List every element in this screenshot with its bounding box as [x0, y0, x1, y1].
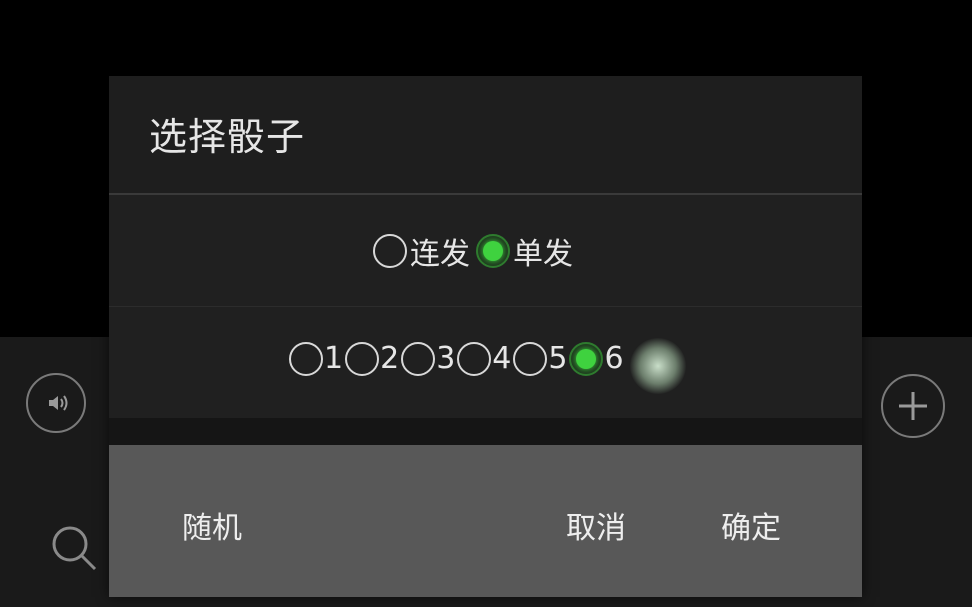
radio-label: 单发	[513, 237, 573, 272]
radio-option-1[interactable]: 1	[289, 341, 345, 376]
cancel-button[interactable]: 取消	[566, 503, 626, 547]
voice-icon	[49, 395, 68, 411]
mode-radio-group: 连发 单发	[373, 229, 573, 273]
radio-label: 2	[380, 341, 400, 376]
plus-icon	[899, 392, 927, 420]
radio-unchecked-icon	[513, 341, 548, 376]
radio-checked-icon	[569, 341, 604, 376]
dialog-title: 选择骰子	[149, 115, 306, 159]
radio-unchecked-icon	[345, 341, 380, 376]
plus-button[interactable]	[881, 374, 945, 438]
radio-option-burst[interactable]: 连发	[373, 229, 470, 273]
number-radio-group: 1 2 3 4 5 6	[289, 341, 626, 376]
radio-label: 6	[604, 341, 624, 376]
radio-option-3[interactable]: 3	[401, 341, 457, 376]
dialog-gap	[109, 418, 862, 445]
radio-dot	[576, 348, 597, 369]
radio-dot	[483, 241, 503, 261]
voice-button[interactable]	[26, 373, 86, 433]
radio-label: 连发	[410, 237, 470, 272]
random-button[interactable]: 随机	[182, 503, 242, 547]
radio-checked-icon	[476, 234, 510, 268]
radio-unchecked-icon	[401, 341, 436, 376]
radio-label: 3	[436, 341, 456, 376]
radio-label: 1	[324, 341, 344, 376]
radio-option-5[interactable]: 5	[513, 341, 569, 376]
radio-unchecked-icon	[289, 341, 323, 376]
radio-unchecked-icon	[457, 341, 492, 376]
dice-dialog: 选择骰子 连发 单发 1 2 3 4 5 6 随机 取消 确定	[109, 76, 862, 597]
radio-label: 5	[548, 341, 568, 376]
radio-option-2[interactable]: 2	[345, 341, 401, 376]
radio-option-4[interactable]: 4	[457, 341, 513, 376]
search-icon[interactable]	[48, 522, 100, 574]
radio-label: 4	[492, 341, 512, 376]
radio-option-6[interactable]: 6	[569, 341, 625, 376]
radio-option-single[interactable]: 单发	[476, 229, 573, 273]
ok-button[interactable]: 确定	[721, 503, 781, 547]
radio-unchecked-icon	[373, 234, 407, 268]
